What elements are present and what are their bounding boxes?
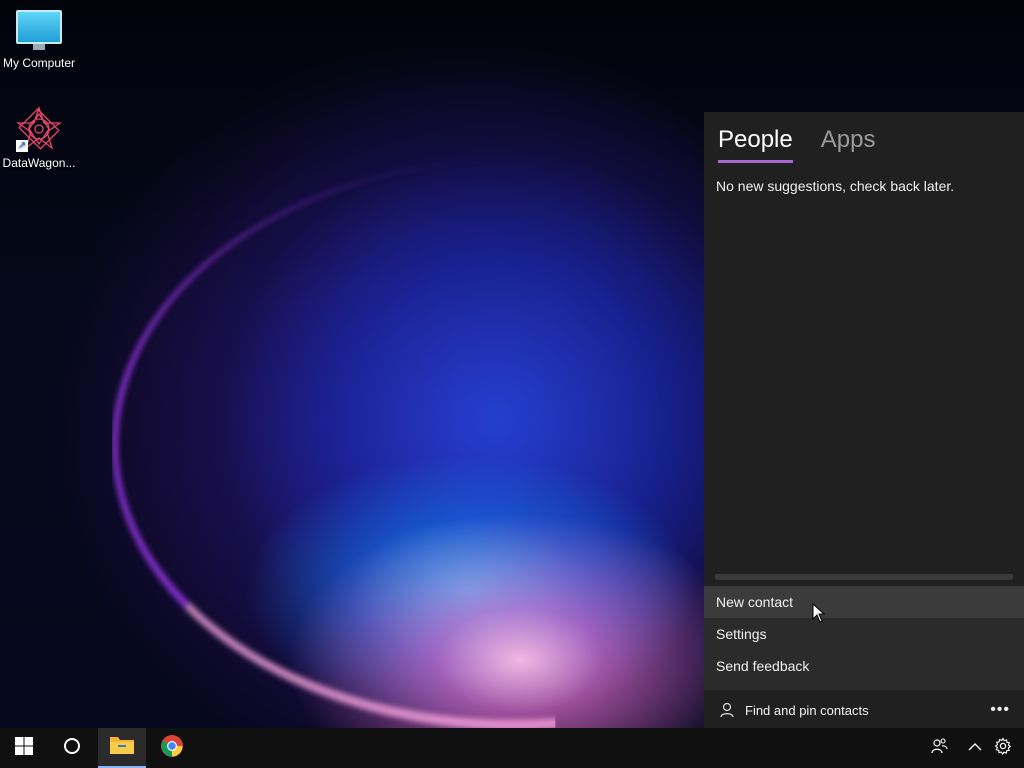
file-explorer-button[interactable] (98, 728, 146, 768)
people-icon (930, 737, 948, 760)
show-hidden-icons-button[interactable] (961, 728, 989, 768)
windows-logo-icon (15, 736, 33, 760)
chevron-up-icon (968, 739, 982, 757)
desktop-icon-label: DataWagon... (2, 156, 76, 170)
settings-tray-button[interactable] (989, 728, 1017, 768)
start-button[interactable] (0, 728, 48, 768)
menu-item-send-feedback[interactable]: Send feedback (704, 650, 1024, 682)
chrome-icon (160, 734, 184, 763)
datawagon-icon: ↗ (15, 105, 63, 152)
tab-people[interactable]: People (718, 126, 793, 163)
mouse-cursor-icon (812, 602, 826, 623)
people-context-menu: New contact Settings Send feedback (704, 586, 1024, 690)
gear-icon (994, 736, 1012, 760)
monitor-icon (16, 10, 62, 50)
menu-item-settings[interactable]: Settings (704, 618, 1024, 650)
people-panel: People Apps No new suggestions, check ba… (704, 112, 1024, 728)
circle-icon (63, 737, 81, 760)
people-panel-tabs: People Apps (718, 126, 875, 163)
desktop-icon-label: My Computer (2, 56, 76, 70)
taskbar (0, 728, 1024, 768)
person-icon (718, 701, 736, 719)
menu-item-new-contact[interactable]: New contact (704, 586, 1024, 618)
find-and-pin-contacts-button[interactable]: Find and pin contacts ••• (704, 692, 1024, 728)
cortana-button[interactable] (48, 728, 96, 768)
tab-apps[interactable]: Apps (821, 126, 876, 163)
desktop-icon-my-computer[interactable]: My Computer (0, 10, 78, 70)
footer-label: Find and pin contacts (745, 702, 869, 718)
scrollbar[interactable] (715, 574, 1013, 580)
suggestions-message: No new suggestions, check back later. (716, 178, 955, 194)
desktop-icon-datawagon[interactable]: ↗ DataWagon... (0, 105, 78, 170)
people-button[interactable] (925, 728, 953, 768)
more-options-icon[interactable]: ••• (990, 701, 1010, 719)
chrome-button[interactable] (148, 728, 196, 768)
folder-icon (109, 734, 135, 761)
shortcut-arrow-icon: ↗ (16, 140, 28, 152)
